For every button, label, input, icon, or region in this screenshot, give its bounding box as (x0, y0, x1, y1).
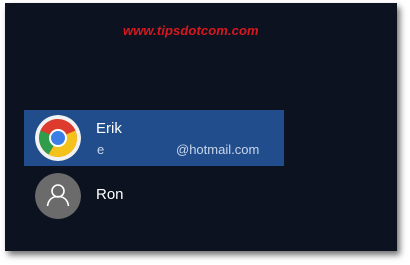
user-email-prefix: e (97, 142, 105, 157)
login-screen: www.tipsdotcom.com Erik e @hotmail.com R… (5, 3, 397, 251)
user-name: Erik (96, 120, 122, 137)
watermark-text: www.tipsdotcom.com (123, 23, 259, 38)
user-name: Ron (96, 186, 124, 203)
default-user-icon (35, 173, 81, 219)
chrome-logo-icon (35, 115, 81, 161)
user-tile-ron[interactable]: Ron (24, 168, 284, 224)
user-email-domain: @hotmail.com (176, 142, 260, 157)
user-tile-erik[interactable]: Erik e @hotmail.com (24, 110, 284, 166)
